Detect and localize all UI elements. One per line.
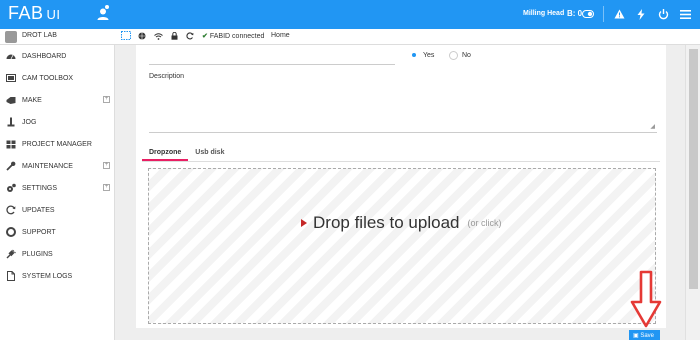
user-name[interactable]: DROT LAB [22, 32, 57, 39]
arrow-down-icon [630, 270, 662, 328]
expand-icon[interactable]: + [103, 184, 110, 191]
radio-yes[interactable]: Yes [410, 51, 434, 60]
status-icons [138, 31, 194, 42]
cam-icon [6, 73, 16, 83]
status-bar: DROT LAB ✔ FABID connected Home [0, 29, 700, 45]
wifi-icon[interactable] [154, 32, 163, 42]
sidebar-item-label: PLUGINS [22, 250, 53, 258]
warning-icon[interactable] [612, 6, 626, 22]
lightning-icon[interactable] [634, 6, 648, 22]
save-button[interactable]: ▣ Save [629, 330, 660, 340]
sidebar-item-system-logs[interactable]: SYSTEM LOGS [0, 265, 114, 287]
refresh-icon[interactable] [186, 32, 194, 42]
sidebar-item-label: MAKE [22, 96, 42, 104]
scrollbar[interactable] [685, 45, 700, 340]
logo-main: FAB [8, 3, 44, 23]
scrollbar-thumb[interactable] [689, 49, 698, 289]
refresh-icon [6, 205, 16, 215]
sidebar-item-project-manager[interactable]: PROJECT MANAGER [0, 133, 114, 155]
check-icon: ✔ [202, 33, 208, 40]
description-label: Description [149, 73, 185, 80]
collapse-sidebar-icon[interactable] [121, 31, 131, 41]
sidebar-item-label: SUPPORT [22, 228, 56, 236]
radio-yes-label: Yes [423, 52, 435, 59]
gear-icon [6, 183, 16, 193]
lifebuoy-icon [6, 227, 16, 237]
dashboard-icon [6, 51, 16, 61]
fabid-status[interactable]: ✔ FABID connected [202, 32, 264, 40]
top-header: FAB UI Milling Head B: 0 [0, 0, 700, 29]
upload-tabs: Dropzone Usb disk [142, 143, 660, 162]
dropzone-message: Drop files to upload (or click) [301, 213, 501, 233]
file-icon [6, 271, 16, 281]
header-actions [581, 6, 692, 22]
head-count: B: 0 [567, 9, 583, 18]
sidebar-item-label: DASHBOARD [22, 52, 67, 60]
caret-right-icon [301, 219, 307, 227]
menu-icon[interactable] [678, 6, 692, 22]
toggle-icon[interactable] [581, 6, 595, 22]
sidebar-item-plugins[interactable]: PLUGINS [0, 243, 114, 265]
sidebar-item-label: JOG [22, 118, 37, 126]
power-icon[interactable] [656, 6, 670, 22]
divider [603, 6, 604, 22]
sidebar-item-settings[interactable]: SETTINGS + [0, 177, 114, 199]
head-label: Milling Head [523, 10, 565, 17]
save-label: Save [640, 333, 655, 339]
tab-dropzone[interactable]: Dropzone [142, 143, 189, 161]
plug-icon [6, 249, 16, 259]
notification-dot [104, 4, 110, 10]
logo-sub: UI [46, 7, 61, 22]
sidebar-item-support[interactable]: SUPPORT [0, 221, 114, 243]
sidebar-item-label: MAINTENANCE [22, 162, 73, 170]
sidebar: DASHBOARD CAM TOOLBOX MAKE + JOG PROJECT… [0, 45, 115, 340]
sidebar-item-label: SYSTEM LOGS [22, 272, 73, 280]
sidebar-item-updates[interactable]: UPDATES [0, 199, 114, 221]
radio-unchecked-icon[interactable] [449, 51, 458, 60]
sidebar-item-label: SETTINGS [22, 184, 58, 192]
input-underline[interactable] [149, 64, 395, 65]
expand-icon[interactable]: + [103, 96, 110, 103]
dropzone[interactable]: Drop files to upload (or click) [148, 168, 656, 324]
radio-no[interactable]: No [449, 51, 471, 60]
make-icon [6, 95, 16, 105]
main-content: Yes No Description ◢ Dropzone Usb disk D… [115, 45, 685, 340]
upload-form-panel: Yes No Description ◢ Dropzone Usb disk D… [136, 45, 666, 328]
lock-icon[interactable] [171, 31, 178, 42]
sidebar-item-label: PROJECT MANAGER [22, 140, 92, 148]
app-logo[interactable]: FAB UI [8, 3, 61, 24]
sidebar-item-label: CAM TOOLBOX [22, 74, 74, 82]
description-textarea[interactable]: ◢ [149, 85, 657, 133]
avatar[interactable] [5, 31, 17, 43]
sidebar-item-maintenance[interactable]: MAINTENANCE + [0, 155, 114, 177]
sidebar-item-jog[interactable]: JOG [0, 111, 114, 133]
tab-usb-disk[interactable]: Usb disk [188, 143, 231, 161]
wrench-icon [6, 161, 16, 171]
project-icon [6, 139, 16, 149]
fabid-label: FABID connected [209, 33, 265, 40]
radio-checked-icon[interactable] [410, 51, 419, 60]
sidebar-item-label: UPDATES [22, 206, 55, 214]
breadcrumb[interactable]: Home [271, 32, 290, 39]
globe-icon[interactable] [138, 32, 146, 42]
sidebar-item-make[interactable]: MAKE + [0, 89, 114, 111]
resize-handle-icon[interactable]: ◢ [650, 123, 655, 130]
sidebar-item-cam-toolbox[interactable]: CAM TOOLBOX [0, 67, 114, 89]
jog-icon [6, 117, 16, 127]
sidebar-item-dashboard[interactable]: DASHBOARD [0, 45, 114, 67]
dropzone-subtitle: (or click) [467, 218, 502, 228]
dropzone-title: Drop files to upload [313, 213, 460, 232]
expand-icon[interactable]: + [103, 162, 110, 169]
radio-no-label: No [462, 52, 471, 59]
